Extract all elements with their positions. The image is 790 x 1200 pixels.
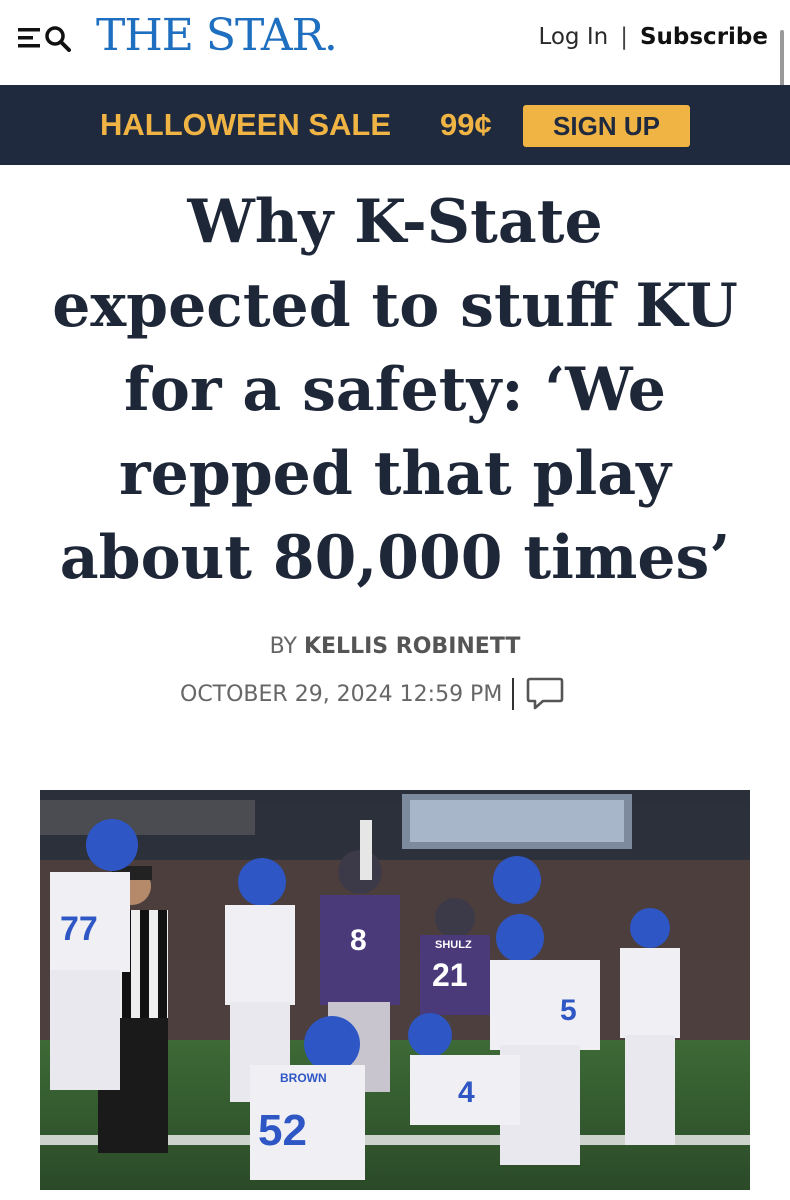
jersey-number: 5 (560, 994, 577, 1027)
football-scene-image: 77 8 SHULZ 21 5 4 BROWN 52 (40, 790, 750, 1190)
article-photo[interactable]: 77 8 SHULZ 21 5 4 BROWN 52 (40, 790, 750, 1190)
byline: BY KELLIS ROBINETT (0, 634, 790, 659)
comment-icon[interactable] (526, 676, 564, 712)
dateline-divider (512, 678, 515, 710)
top-navigation-bar: THE STAR. Log In | Subscribe (0, 0, 790, 98)
dateline: OCTOBER 29, 2024 12:59 PM (180, 676, 564, 712)
jersey-number: 8 (350, 924, 367, 957)
article-headline: Why K-State expected to stuff KU for a s… (30, 180, 760, 600)
jersey-number: 21 (432, 957, 468, 993)
jersey-name: SHULZ (435, 939, 472, 951)
jersey-number: 52 (258, 1106, 307, 1155)
auth-separator: | (620, 24, 628, 50)
headline-line: about 80,000 times’ (59, 523, 731, 593)
sale-text: HALLOWEEN SALE (100, 107, 392, 142)
headline-line: Why K-State (187, 187, 603, 257)
headline-line: repped that play (118, 439, 671, 509)
jersey-number: 77 (60, 910, 98, 948)
publish-date: OCTOBER 29, 2024 12:59 PM (180, 681, 503, 707)
byline-prefix: BY (269, 634, 297, 659)
jersey-name: BROWN (280, 1071, 327, 1085)
headline-line: expected to stuff KU (52, 271, 738, 341)
signup-button[interactable]: SIGN UP (523, 105, 690, 147)
subscribe-link[interactable]: Subscribe (640, 24, 768, 50)
jersey-number: 4 (458, 1076, 475, 1109)
login-link[interactable]: Log In (538, 24, 608, 50)
search-icon[interactable] (45, 26, 71, 52)
menu-search-toggle[interactable] (18, 24, 78, 52)
menu-icon[interactable] (18, 28, 40, 48)
account-links: Log In | Subscribe (538, 24, 768, 50)
promo-banner: HALLOWEEN SALE 99¢ SIGN UP (0, 85, 790, 165)
author-link[interactable]: KELLIS ROBINETT (304, 634, 520, 659)
headline-line: for a safety: ‘We (124, 355, 666, 425)
site-logo[interactable]: THE STAR. (96, 10, 338, 61)
sale-price: 99¢ (440, 107, 492, 142)
